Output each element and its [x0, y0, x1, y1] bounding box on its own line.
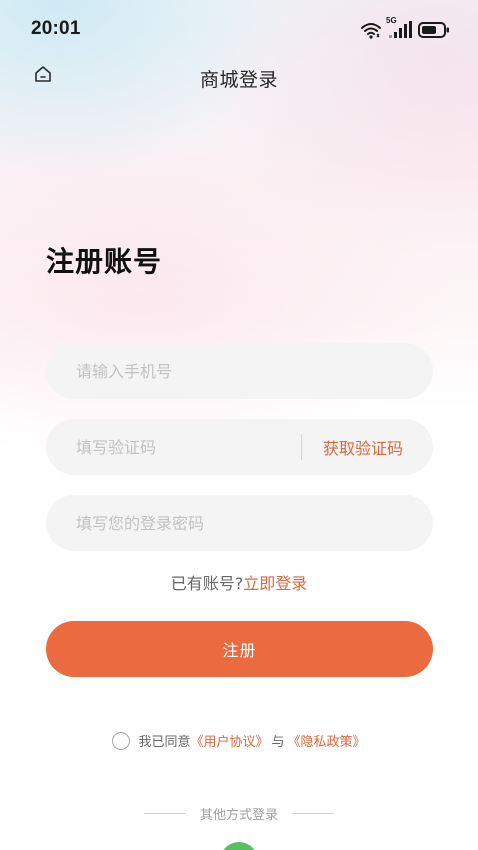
register-button[interactable]: 注册 [46, 621, 433, 677]
password-input[interactable] [46, 495, 433, 551]
agreement-row: 我已同意 《用户协议》 与 《隐私政策》 [0, 731, 478, 750]
verification-code-input[interactable] [46, 419, 301, 475]
battery-icon [418, 21, 450, 39]
login-prompt: 已有账号?立即登录 [0, 570, 478, 594]
verification-code-field: 获取验证码 [46, 419, 433, 475]
divider-line-left [143, 813, 186, 814]
password-field [46, 495, 433, 551]
network-type: 5G [386, 16, 397, 25]
other-login-label: 其他方式登录 [199, 808, 278, 823]
register-heading: 注册账号 [46, 245, 163, 278]
status-time: 20:01 [31, 18, 81, 39]
have-account-text: 已有账号? [170, 574, 244, 593]
nav-bar: 商城登录 [0, 52, 478, 100]
status-bar: 20:01 5G [0, 0, 478, 52]
agree-prefix: 我已同意 [138, 735, 191, 750]
agree-connector: 与 [271, 735, 285, 750]
agree-checkbox[interactable] [112, 731, 131, 750]
privacy-policy-link[interactable]: 《隐私政策》 [288, 731, 366, 750]
phone-field [46, 343, 433, 399]
signal-icon: 5G [386, 16, 412, 39]
status-icons: 5G [360, 16, 450, 41]
get-code-button[interactable]: 获取验证码 [323, 435, 403, 459]
register-screen: 20:01 5G 商城登录 注册账号 请输入手机号 填写验证码 获取验证码 已有… [0, 0, 478, 850]
wifi-icon [360, 21, 382, 39]
other-login-divider: 其他方式登录 [0, 804, 478, 823]
phone-input[interactable] [46, 343, 433, 399]
user-agreement-link[interactable]: 《用户协议》 [190, 731, 268, 750]
wechat-icon[interactable] [220, 842, 258, 850]
divider-line-right [292, 813, 334, 814]
code-divider [300, 434, 302, 460]
page-title: 商城登录 [199, 69, 278, 91]
login-now-link[interactable]: 立即登录 [243, 574, 307, 593]
